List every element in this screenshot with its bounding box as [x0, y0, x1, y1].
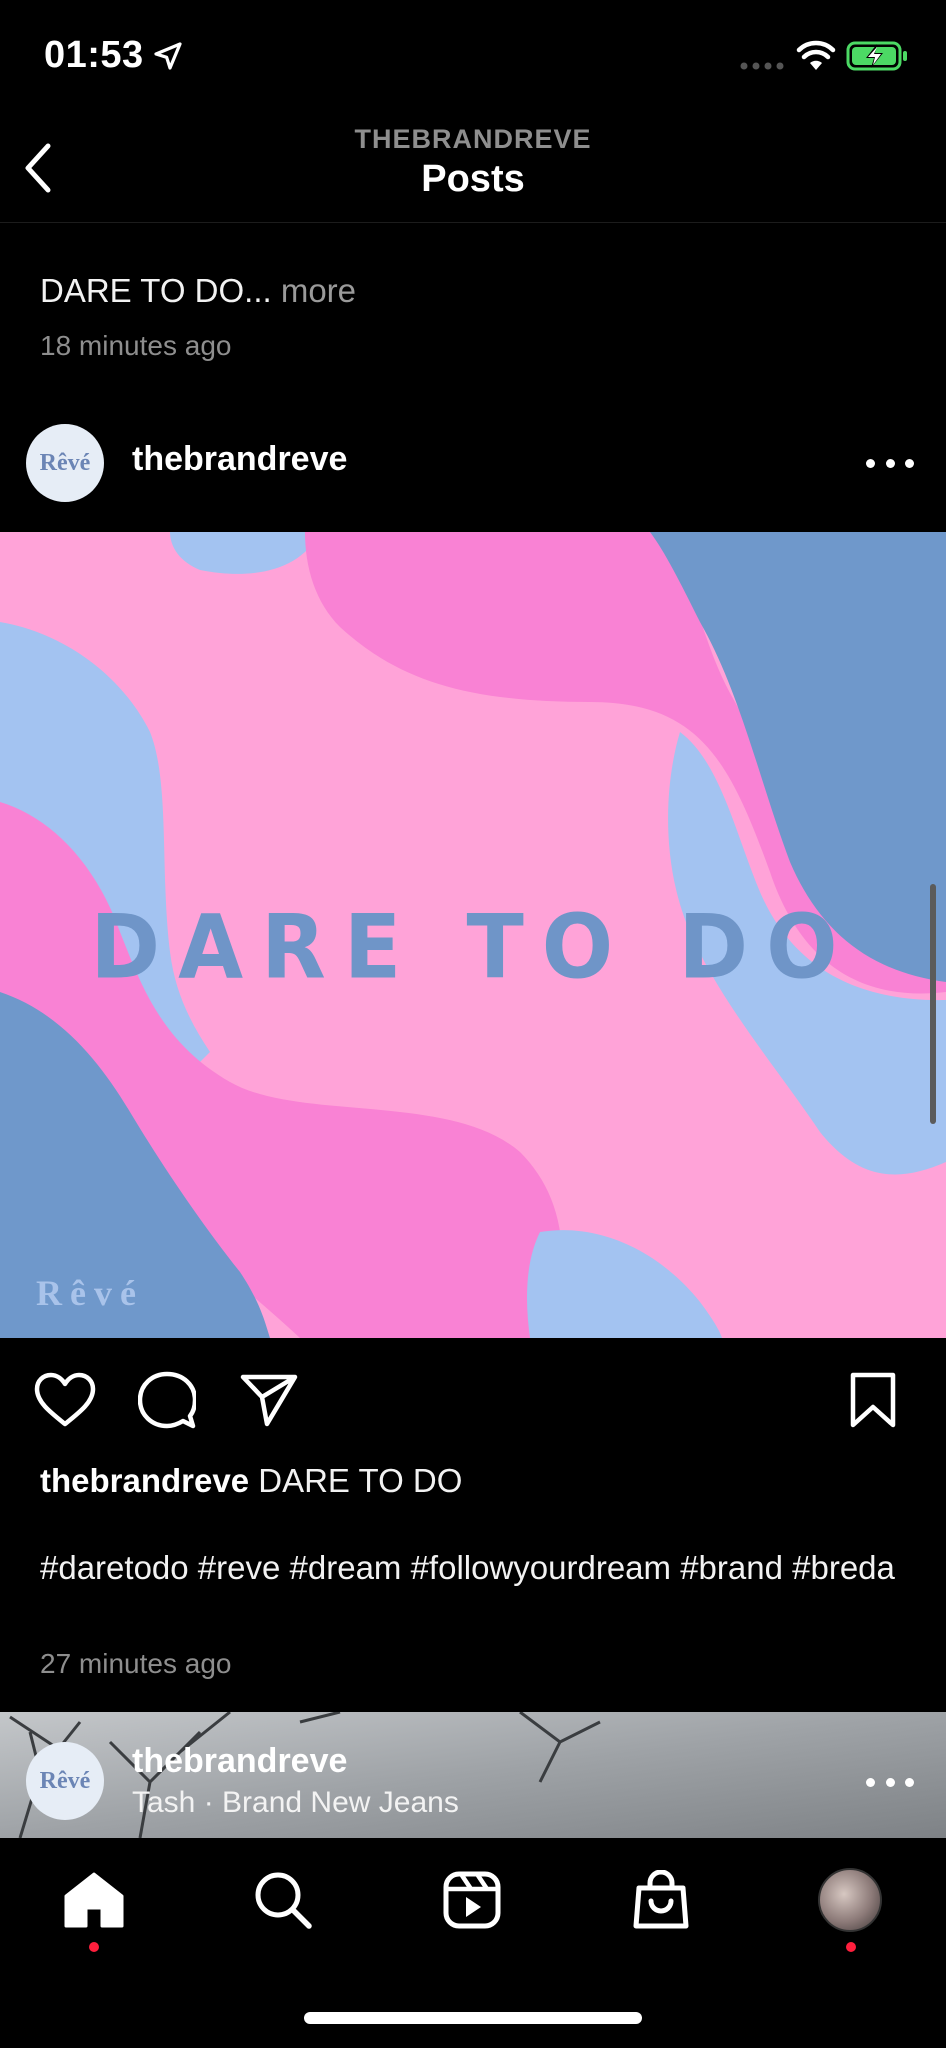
- reels-icon: [443, 1871, 501, 1929]
- next-post-music-label[interactable]: Tash · Brand New Jeans: [132, 1786, 459, 1820]
- post-image-brand-logo: Rêvé: [36, 1273, 144, 1313]
- battery-charging-icon: [846, 41, 907, 71]
- post-timestamp: 27 minutes ago: [40, 1648, 232, 1679]
- post-hashtags[interactable]: #daretodo #reve #dream #followyourdream …: [40, 1548, 920, 1588]
- caption-username[interactable]: thebrandreve: [40, 1462, 249, 1499]
- dot-icon: [905, 458, 914, 468]
- profile-avatar: [818, 1868, 882, 1932]
- page-title: Posts: [421, 158, 525, 200]
- tab-profile[interactable]: [810, 1860, 890, 1940]
- tab-home[interactable]: [54, 1860, 134, 1940]
- dot-icon: [866, 1777, 875, 1787]
- previous-post-caption[interactable]: DARE TO DO... more: [40, 272, 356, 310]
- shopping-bag-icon: [633, 1870, 689, 1929]
- share-button[interactable]: [236, 1370, 302, 1430]
- post-caption: thebrandreve DARE TO DO: [40, 1460, 920, 1502]
- caption-text: DARE TO DO: [258, 1462, 463, 1499]
- avatar-logo-text: Rêvé: [39, 449, 91, 476]
- paper-plane-icon: [240, 1374, 298, 1427]
- heart-icon: [34, 1372, 96, 1427]
- avatar[interactable]: Rêvé: [26, 424, 104, 502]
- home-indicator[interactable]: [304, 2012, 642, 2024]
- cellular-signal-icon: [740, 62, 784, 70]
- post-username[interactable]: thebrandreve: [132, 440, 347, 479]
- tab-search[interactable]: [243, 1860, 323, 1940]
- next-post-username[interactable]: thebrandreve: [132, 1742, 347, 1781]
- notification-dot: [846, 1942, 856, 1952]
- location-arrow-icon: [154, 42, 182, 70]
- home-icon: [64, 1872, 124, 1928]
- search-icon: [255, 1872, 312, 1929]
- like-button[interactable]: [32, 1370, 98, 1430]
- post-image-headline: DARE TO DO: [90, 895, 856, 999]
- save-button[interactable]: [840, 1368, 906, 1432]
- scrollbar[interactable]: [930, 884, 936, 1124]
- bookmark-icon: [850, 1372, 896, 1428]
- tab-reels[interactable]: [432, 1860, 512, 1940]
- dot-icon: [905, 1777, 914, 1787]
- more-options-button[interactable]: [866, 451, 914, 475]
- caption-text: DARE TO DO...: [40, 272, 272, 309]
- previous-post-timestamp: 18 minutes ago: [40, 330, 232, 361]
- wifi-icon: [796, 40, 836, 70]
- more-options-button[interactable]: [866, 1770, 914, 1794]
- tab-shop[interactable]: [621, 1860, 701, 1940]
- comment-button[interactable]: [134, 1370, 200, 1430]
- more-link[interactable]: more: [281, 272, 356, 309]
- comment-bubble-icon: [138, 1371, 196, 1429]
- notification-dot: [89, 1942, 99, 1952]
- dot-icon: [866, 458, 875, 468]
- avatar-logo-text: Rêvé: [39, 1767, 91, 1794]
- header-subtitle: THEBRANDREVE: [354, 124, 592, 154]
- avatar[interactable]: Rêvé: [26, 1742, 104, 1820]
- dot-icon: [885, 1777, 895, 1787]
- dot-icon: [885, 458, 895, 468]
- status-time: 01:53: [44, 34, 144, 76]
